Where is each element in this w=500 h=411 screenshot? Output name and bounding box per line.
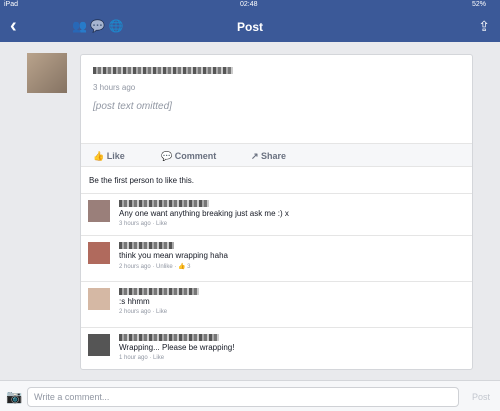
commenter-name-redacted[interactable] (119, 334, 219, 341)
comment-item: :s hhmm 2 hours ago · Like (81, 281, 472, 327)
poster-name-redacted[interactable] (93, 67, 233, 74)
status-time: 02:48 (240, 1, 258, 8)
share-icon[interactable]: ⇪ (478, 18, 490, 35)
post-actions: 👍 Like 💬 Comment ↗ Share (81, 143, 472, 167)
post-timestamp: 3 hours ago (93, 83, 136, 92)
commenter-avatar[interactable] (88, 200, 110, 222)
camera-icon[interactable]: 📷 (6, 389, 22, 405)
comment-meta[interactable]: 1 hour ago · Like (119, 355, 164, 361)
post-card: 3 hours ago [post text omitted] 👍 Like 💬… (80, 54, 473, 370)
nav-bar: ‹ 👥 💬 🌐 Post ⇪ (0, 12, 500, 42)
comment-text: Wrapping... Please be wrapping! (119, 343, 235, 352)
post-text: [post text omitted] (93, 101, 172, 112)
likes-summary: Be the first person to like this. (89, 176, 194, 185)
status-bar: iPad 02:48 52% (0, 0, 500, 12)
comment-text: Any one want anything breaking just ask … (119, 209, 289, 218)
page-title: Post (236, 20, 263, 34)
comment-composer: 📷 Write a comment... Post (0, 380, 500, 411)
share-button[interactable]: ↗ Share (251, 151, 286, 162)
commenter-name-redacted[interactable] (119, 288, 199, 295)
battery-label: 52% (471, 1, 486, 8)
like-button[interactable]: 👍 Like (93, 151, 125, 162)
comment-button[interactable]: 💬 Comment (161, 151, 216, 162)
commenter-name-redacted[interactable] (119, 200, 209, 207)
commenter-name-redacted[interactable] (119, 242, 174, 249)
comment-text: :s hhmm (119, 297, 150, 306)
comment-meta[interactable]: 3 hours ago · Like (119, 221, 167, 227)
commenter-avatar[interactable] (88, 242, 110, 264)
post-comment-button[interactable]: Post (472, 392, 490, 402)
comment-item: think you mean wrapping haha 2 hours ago… (81, 235, 472, 281)
comment-item: Wrapping... Please be wrapping! 1 hour a… (81, 327, 472, 370)
comment-meta[interactable]: 2 hours ago · Like (119, 309, 167, 315)
commenter-avatar[interactable] (88, 334, 110, 356)
comment-input[interactable]: Write a comment... (27, 387, 459, 407)
device-label: iPad (4, 1, 19, 8)
comment-text: think you mean wrapping haha (119, 251, 228, 260)
poster-avatar[interactable] (27, 53, 67, 93)
comment-item: Any one want anything breaking just ask … (81, 193, 472, 235)
commenter-avatar[interactable] (88, 288, 110, 310)
comment-meta[interactable]: 2 hours ago · Unlike · 👍 3 (119, 263, 191, 270)
